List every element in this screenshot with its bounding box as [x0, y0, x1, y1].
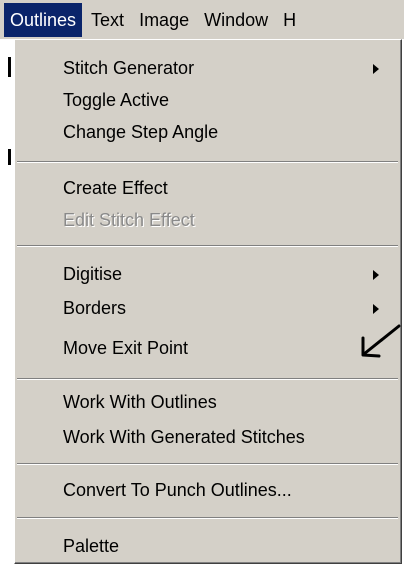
- menu-item-label: Digitise: [63, 264, 123, 284]
- menu-item-label: Borders: [63, 298, 127, 318]
- background-mark: [8, 57, 11, 77]
- background-window-edge: [0, 39, 14, 564]
- menu-item-edit-stitch-effect: Edit Stitch Effect: [15, 204, 401, 236]
- arrow-down-left-icon: [361, 324, 401, 358]
- menu-item-convert-to-punch-outlines[interactable]: Convert To Punch Outlines...: [15, 474, 401, 506]
- menu-bar: Outlines Text Image Window H: [0, 0, 404, 39]
- menu-item-work-with-generated-stitches[interactable]: Work With Generated Stitches: [15, 421, 401, 453]
- background-mark: [8, 149, 11, 165]
- chevron-right-icon: [373, 64, 379, 74]
- menu-item-label: Work With Generated Stitches: [63, 427, 305, 447]
- menu-item-label: Toggle Active: [63, 90, 170, 110]
- menu-item-label: Create Effect: [63, 178, 168, 198]
- menu-item-digitise[interactable]: Digitise: [15, 258, 401, 290]
- chevron-right-icon: [373, 304, 379, 314]
- menu-item-label: Change Step Angle: [63, 122, 219, 142]
- menu-item-borders[interactable]: Borders: [15, 292, 401, 324]
- menu-item-label: Move Exit Point: [63, 338, 189, 358]
- menu-separator: [17, 245, 398, 247]
- menu-item-label: Edit Stitch Effect: [63, 210, 195, 230]
- menu-item-label: Convert To Punch Outlines...: [63, 480, 292, 500]
- outlines-dropdown-menu: Stitch Generator Toggle Active Change St…: [14, 39, 402, 564]
- menubar-item-window[interactable]: Window: [198, 3, 274, 37]
- menu-item-palette[interactable]: Palette: [15, 530, 401, 562]
- menubar-item-text[interactable]: Text: [85, 3, 130, 37]
- menubar-item-help[interactable]: H: [277, 3, 302, 37]
- menu-item-change-step-angle[interactable]: Change Step Angle: [15, 116, 401, 148]
- menu-item-create-effect[interactable]: Create Effect: [15, 172, 401, 204]
- menubar-item-image[interactable]: Image: [133, 3, 195, 37]
- menu-item-work-with-outlines[interactable]: Work With Outlines: [15, 386, 401, 418]
- menu-item-stitch-generator[interactable]: Stitch Generator: [15, 52, 401, 84]
- menu-separator: [17, 161, 398, 163]
- menubar-item-outlines[interactable]: Outlines: [4, 2, 83, 37]
- menu-item-move-exit-point[interactable]: Move Exit Point: [15, 332, 401, 364]
- menu-separator: [17, 378, 398, 380]
- menu-item-label: Work With Outlines: [63, 392, 217, 412]
- menu-item-label: Palette: [63, 536, 120, 556]
- menu-item-toggle-active[interactable]: Toggle Active: [15, 84, 401, 116]
- menu-separator: [17, 517, 398, 519]
- chevron-right-icon: [373, 270, 379, 280]
- menu-item-label: Stitch Generator: [63, 58, 195, 78]
- menu-separator: [17, 463, 398, 465]
